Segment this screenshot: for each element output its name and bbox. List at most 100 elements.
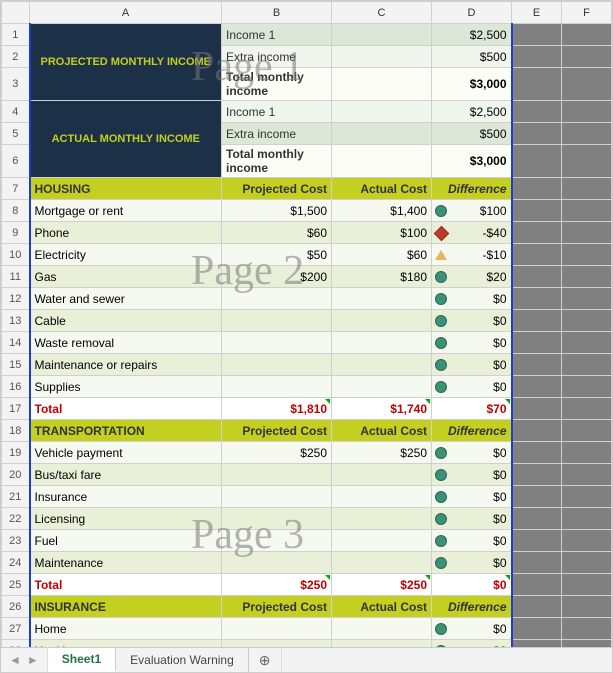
cell-e[interactable] (512, 310, 562, 332)
section-total-actual[interactable]: $250 (332, 574, 432, 596)
row-projected[interactable] (222, 354, 332, 376)
cell-f[interactable] (562, 596, 612, 618)
row-difference[interactable]: $0 (432, 310, 512, 332)
row-header-4[interactable]: 4 (2, 101, 30, 123)
cell-e[interactable] (512, 101, 562, 123)
row-actual[interactable]: $100 (332, 222, 432, 244)
row-actual[interactable] (332, 376, 432, 398)
row-header-10[interactable]: 10 (2, 244, 30, 266)
row-projected[interactable] (222, 288, 332, 310)
col-header-e[interactable]: E (512, 2, 562, 24)
cell-f[interactable] (562, 101, 612, 123)
income-value[interactable]: $2,500 (432, 24, 512, 46)
tab-sheet1[interactable]: Sheet1 (48, 648, 116, 672)
row-difference[interactable]: $0 (432, 486, 512, 508)
section-total-actual[interactable]: $1,740 (332, 398, 432, 420)
section-title[interactable]: INSURANCE (30, 596, 222, 618)
row-projected[interactable] (222, 508, 332, 530)
cell-f[interactable] (562, 24, 612, 46)
col-header-d[interactable]: D (432, 2, 512, 24)
cell-e[interactable] (512, 376, 562, 398)
row-actual[interactable] (332, 640, 432, 648)
row-difference[interactable]: $0 (432, 530, 512, 552)
row-header-19[interactable]: 19 (2, 442, 30, 464)
cell-f[interactable] (562, 354, 612, 376)
cell-f[interactable] (562, 222, 612, 244)
tab-evaluation-warning[interactable]: Evaluation Warning (116, 648, 249, 672)
header-projected[interactable]: Projected Cost (222, 178, 332, 200)
cell-e[interactable] (512, 24, 562, 46)
section-total-label[interactable]: Total (30, 574, 222, 596)
header-projected[interactable]: Projected Cost (222, 420, 332, 442)
income-value[interactable]: $2,500 (432, 101, 512, 123)
income-band-label[interactable]: PROJECTED MONTHLY INCOME (30, 24, 222, 101)
income-label[interactable]: Extra income (222, 46, 332, 68)
cell-f[interactable] (562, 244, 612, 266)
cell-e[interactable] (512, 123, 562, 145)
row-label[interactable]: Health (30, 640, 222, 648)
row-label[interactable]: Home (30, 618, 222, 640)
cell-e[interactable] (512, 68, 562, 101)
row-difference[interactable]: $0 (432, 376, 512, 398)
cell-e[interactable] (512, 244, 562, 266)
row-projected[interactable] (222, 310, 332, 332)
row-actual[interactable] (332, 288, 432, 310)
cell[interactable] (332, 24, 432, 46)
section-title[interactable]: HOUSING (30, 178, 222, 200)
row-difference[interactable]: -$10 (432, 244, 512, 266)
row-header-26[interactable]: 26 (2, 596, 30, 618)
row-header-12[interactable]: 12 (2, 288, 30, 310)
section-title[interactable]: TRANSPORTATION (30, 420, 222, 442)
cell-f[interactable] (562, 442, 612, 464)
cell-f[interactable] (562, 46, 612, 68)
row-actual[interactable] (332, 618, 432, 640)
section-total-difference[interactable]: $0 (432, 574, 512, 596)
income-label[interactable]: Total monthly income (222, 145, 332, 178)
cell-f[interactable] (562, 618, 612, 640)
cell-e[interactable] (512, 420, 562, 442)
row-label[interactable]: Gas (30, 266, 222, 288)
cell-e[interactable] (512, 486, 562, 508)
cell-f[interactable] (562, 123, 612, 145)
row-label[interactable]: Waste removal (30, 332, 222, 354)
row-header-21[interactable]: 21 (2, 486, 30, 508)
row-header-14[interactable]: 14 (2, 332, 30, 354)
row-projected[interactable] (222, 618, 332, 640)
income-label[interactable]: Income 1 (222, 24, 332, 46)
row-actual[interactable] (332, 552, 432, 574)
cell-f[interactable] (562, 68, 612, 101)
cell-e[interactable] (512, 618, 562, 640)
row-header-8[interactable]: 8 (2, 200, 30, 222)
add-sheet-button[interactable]: ⊕ (249, 648, 281, 672)
cell-f[interactable] (562, 266, 612, 288)
row-label[interactable]: Supplies (30, 376, 222, 398)
cell-f[interactable] (562, 332, 612, 354)
cell-e[interactable] (512, 530, 562, 552)
cell[interactable] (332, 145, 432, 178)
section-total-label[interactable]: Total (30, 398, 222, 420)
row-header-24[interactable]: 24 (2, 552, 30, 574)
row-label[interactable]: Licensing (30, 508, 222, 530)
cell-e[interactable] (512, 574, 562, 596)
income-value[interactable]: $500 (432, 46, 512, 68)
row-label[interactable]: Mortgage or rent (30, 200, 222, 222)
income-value[interactable]: $3,000 (432, 145, 512, 178)
col-header-a[interactable]: A (30, 2, 222, 24)
row-header-27[interactable]: 27 (2, 618, 30, 640)
cell-f[interactable] (562, 552, 612, 574)
row-header-3[interactable]: 3 (2, 68, 30, 101)
cell-e[interactable] (512, 288, 562, 310)
income-label[interactable]: Total monthly income (222, 68, 332, 101)
row-header-15[interactable]: 15 (2, 354, 30, 376)
income-label[interactable]: Extra income (222, 123, 332, 145)
row-actual[interactable] (332, 464, 432, 486)
row-header-11[interactable]: 11 (2, 266, 30, 288)
row-header-9[interactable]: 9 (2, 222, 30, 244)
col-header-b[interactable]: B (222, 2, 332, 24)
row-difference[interactable]: $0 (432, 464, 512, 486)
row-difference[interactable]: $100 (432, 200, 512, 222)
row-actual[interactable] (332, 354, 432, 376)
header-actual[interactable]: Actual Cost (332, 178, 432, 200)
cell-e[interactable] (512, 640, 562, 648)
row-difference[interactable]: $0 (432, 288, 512, 310)
